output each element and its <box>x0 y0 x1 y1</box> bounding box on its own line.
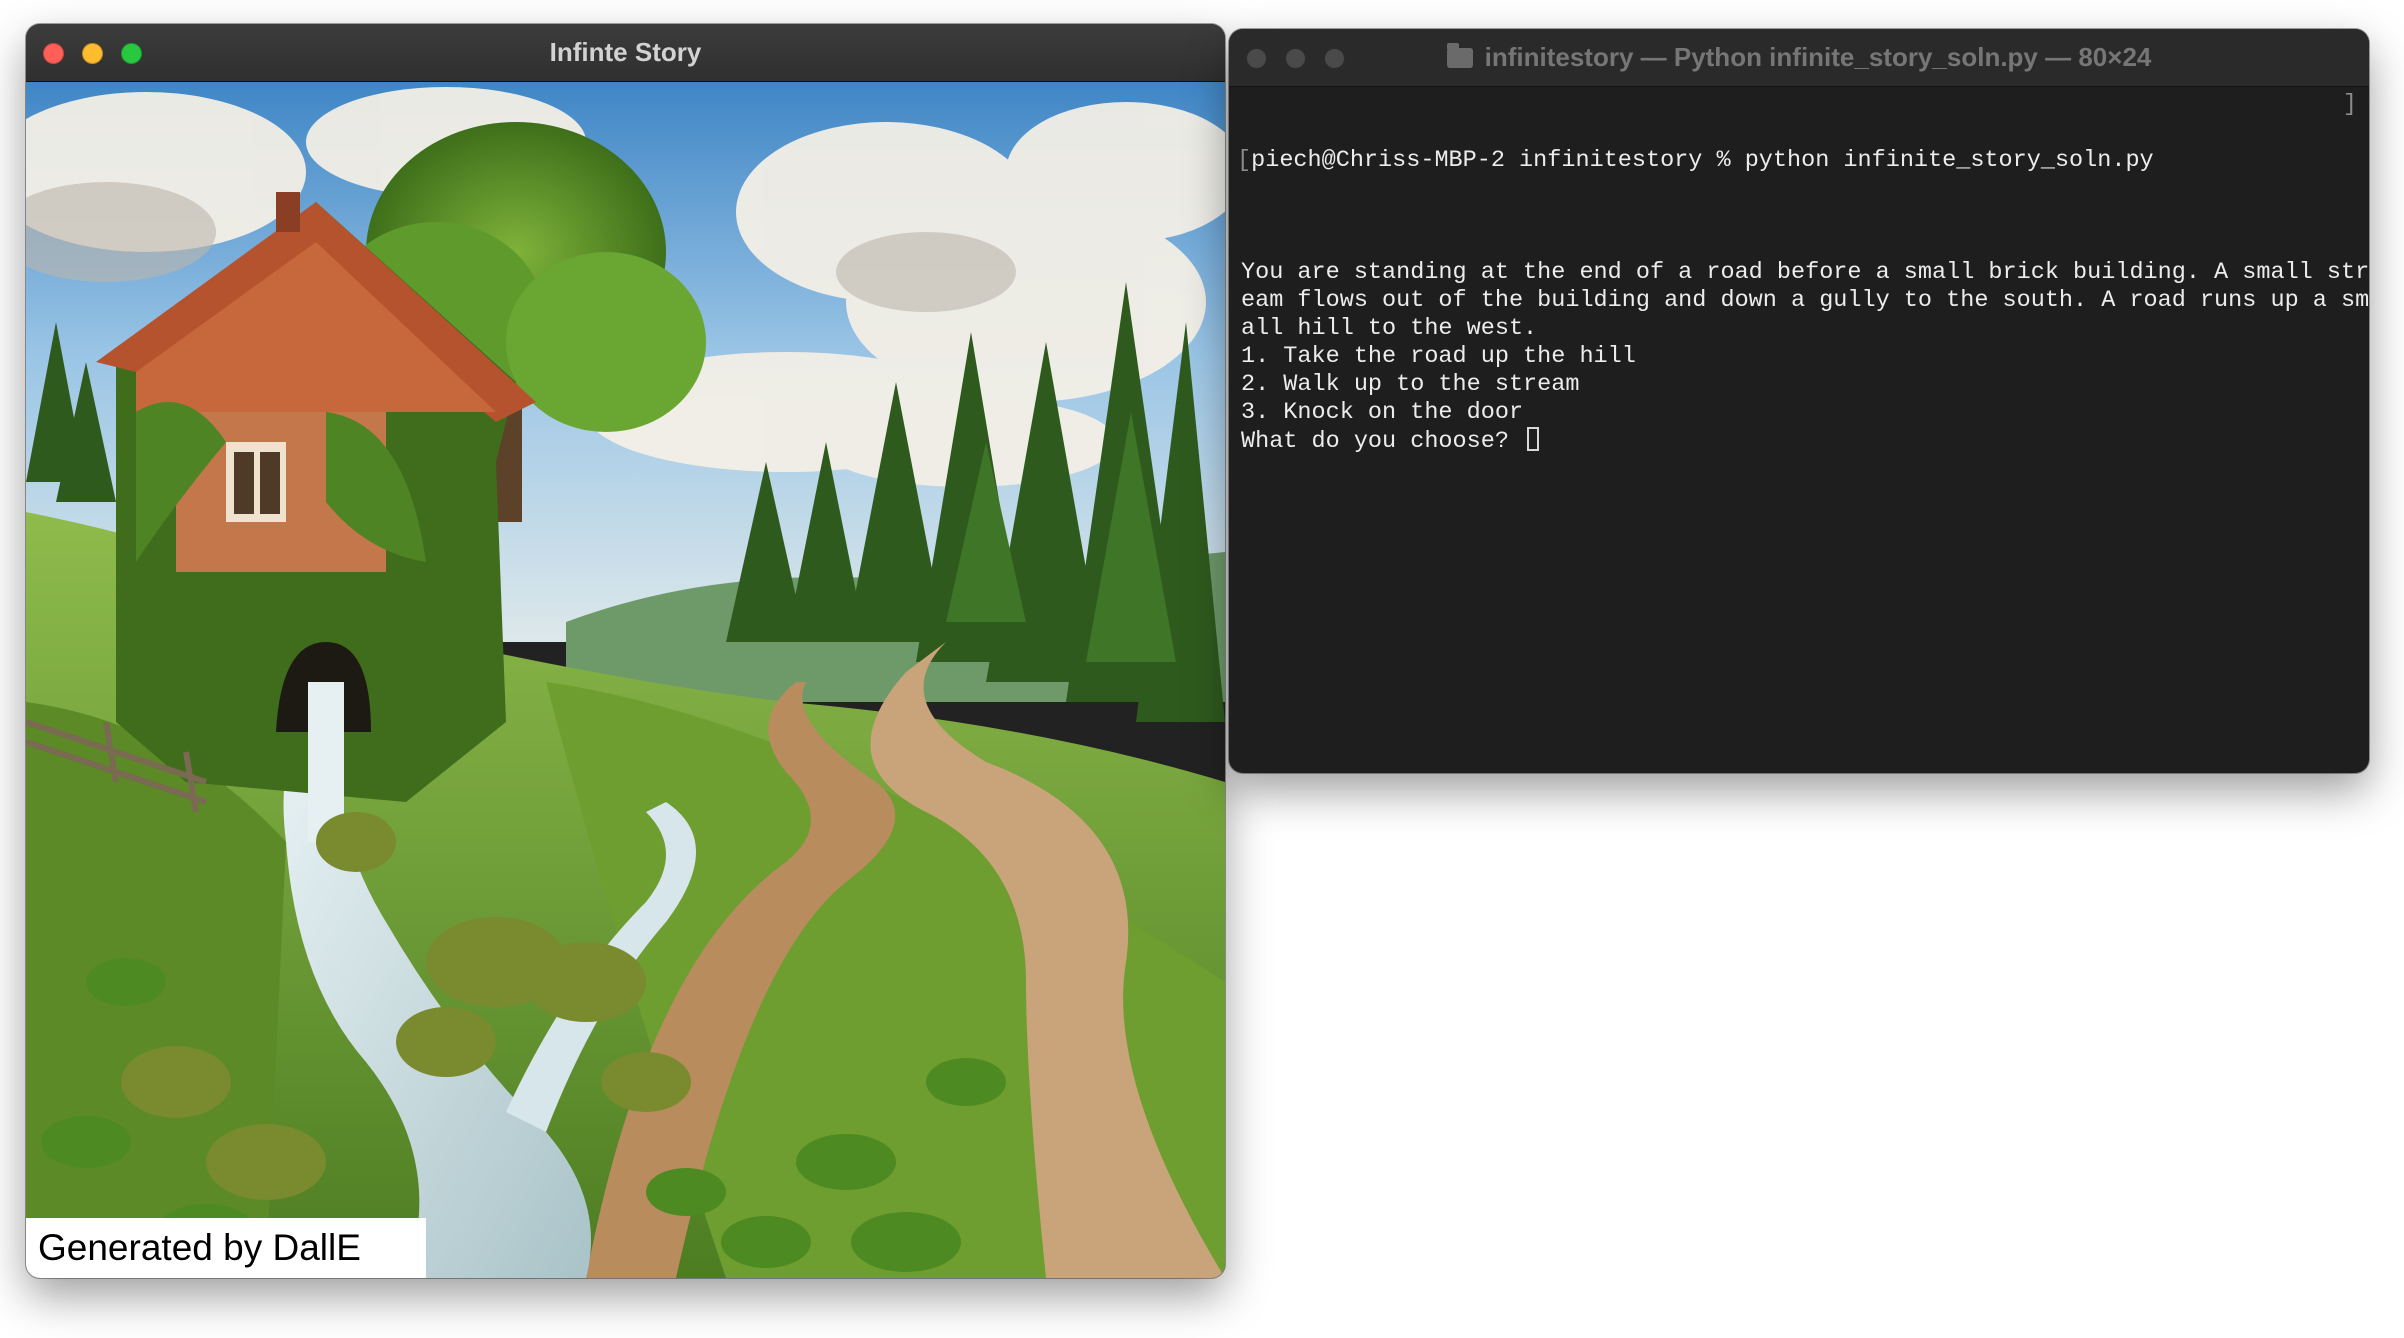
terminal-input-prompt: What do you choose? <box>1241 427 2359 456</box>
prompt-right-bracket: ] <box>2342 91 2357 118</box>
prompt-bracket: [ <box>1237 147 1252 174</box>
terminal-title-text: infinitestory — Python infinite_story_so… <box>1484 42 2152 72</box>
terminal-line-text: 3. Knock on the door <box>1241 399 1524 426</box>
terminal-prompt-line: [piech@Chriss-MBP-2 infinitestory % pyth… <box>1237 147 2359 175</box>
terminal-line-text: eam flows out of the building and down a… <box>1241 287 2369 314</box>
terminal-close-button[interactable] <box>1246 48 1267 69</box>
terminal-line-text: all hill to the west. <box>1241 315 1538 342</box>
zoom-button[interactable] <box>121 43 142 64</box>
terminal-output-line: 1. Take the road up the hill <box>1241 343 2359 371</box>
terminal-cursor[interactable] <box>1527 427 1540 451</box>
terminal-titlebar[interactable]: infinitestory — Python infinite_story_so… <box>1229 29 2369 87</box>
story-output-lines: You are standing at the end of a road be… <box>1237 259 2369 456</box>
window-controls <box>43 43 142 64</box>
terminal-zoom-button[interactable] <box>1324 48 1345 69</box>
story-window-title: Infinte Story <box>549 37 702 67</box>
terminal-line-text: You are standing at the end of a road be… <box>1241 259 2369 286</box>
terminal-output[interactable]: [piech@Chriss-MBP-2 infinitestory % pyth… <box>1237 91 2369 773</box>
terminal-window-controls <box>1246 48 1345 69</box>
terminal-line-text: 1. Take the road up the hill <box>1241 343 1636 370</box>
terminal-prompt: piech@Chriss-MBP-2 infinitestory % pytho… <box>1251 147 2154 174</box>
terminal-output-line: You are standing at the end of a road be… <box>1241 259 2369 287</box>
terminal-line-text: 2. Walk up to the stream <box>1241 371 1580 398</box>
minimize-button[interactable] <box>82 43 103 64</box>
generated-scene-image <box>26 82 1225 1278</box>
terminal-output-line: all hill to the west. <box>1241 315 2359 343</box>
terminal-output-line: 3. Knock on the door <box>1241 399 2359 427</box>
terminal-output-line: eam flows out of the building and down a… <box>1241 287 2369 315</box>
story-titlebar[interactable]: Infinte Story <box>26 24 1225 82</box>
terminal-minimize-button[interactable] <box>1285 48 1306 69</box>
terminal-line-text: What do you choose? <box>1241 428 1524 455</box>
close-button[interactable] <box>43 43 64 64</box>
folder-icon <box>1446 43 1473 68</box>
terminal-window[interactable]: infinitestory — Python infinite_story_so… <box>1229 29 2369 773</box>
terminal-title: infinitestory — Python infinite_story_so… <box>1446 42 2152 73</box>
terminal-output-line: 2. Walk up to the stream <box>1241 371 2359 399</box>
story-window[interactable]: Infinte Story Generated by DallE <box>26 24 1225 1278</box>
image-caption: Generated by DallE <box>26 1218 426 1278</box>
